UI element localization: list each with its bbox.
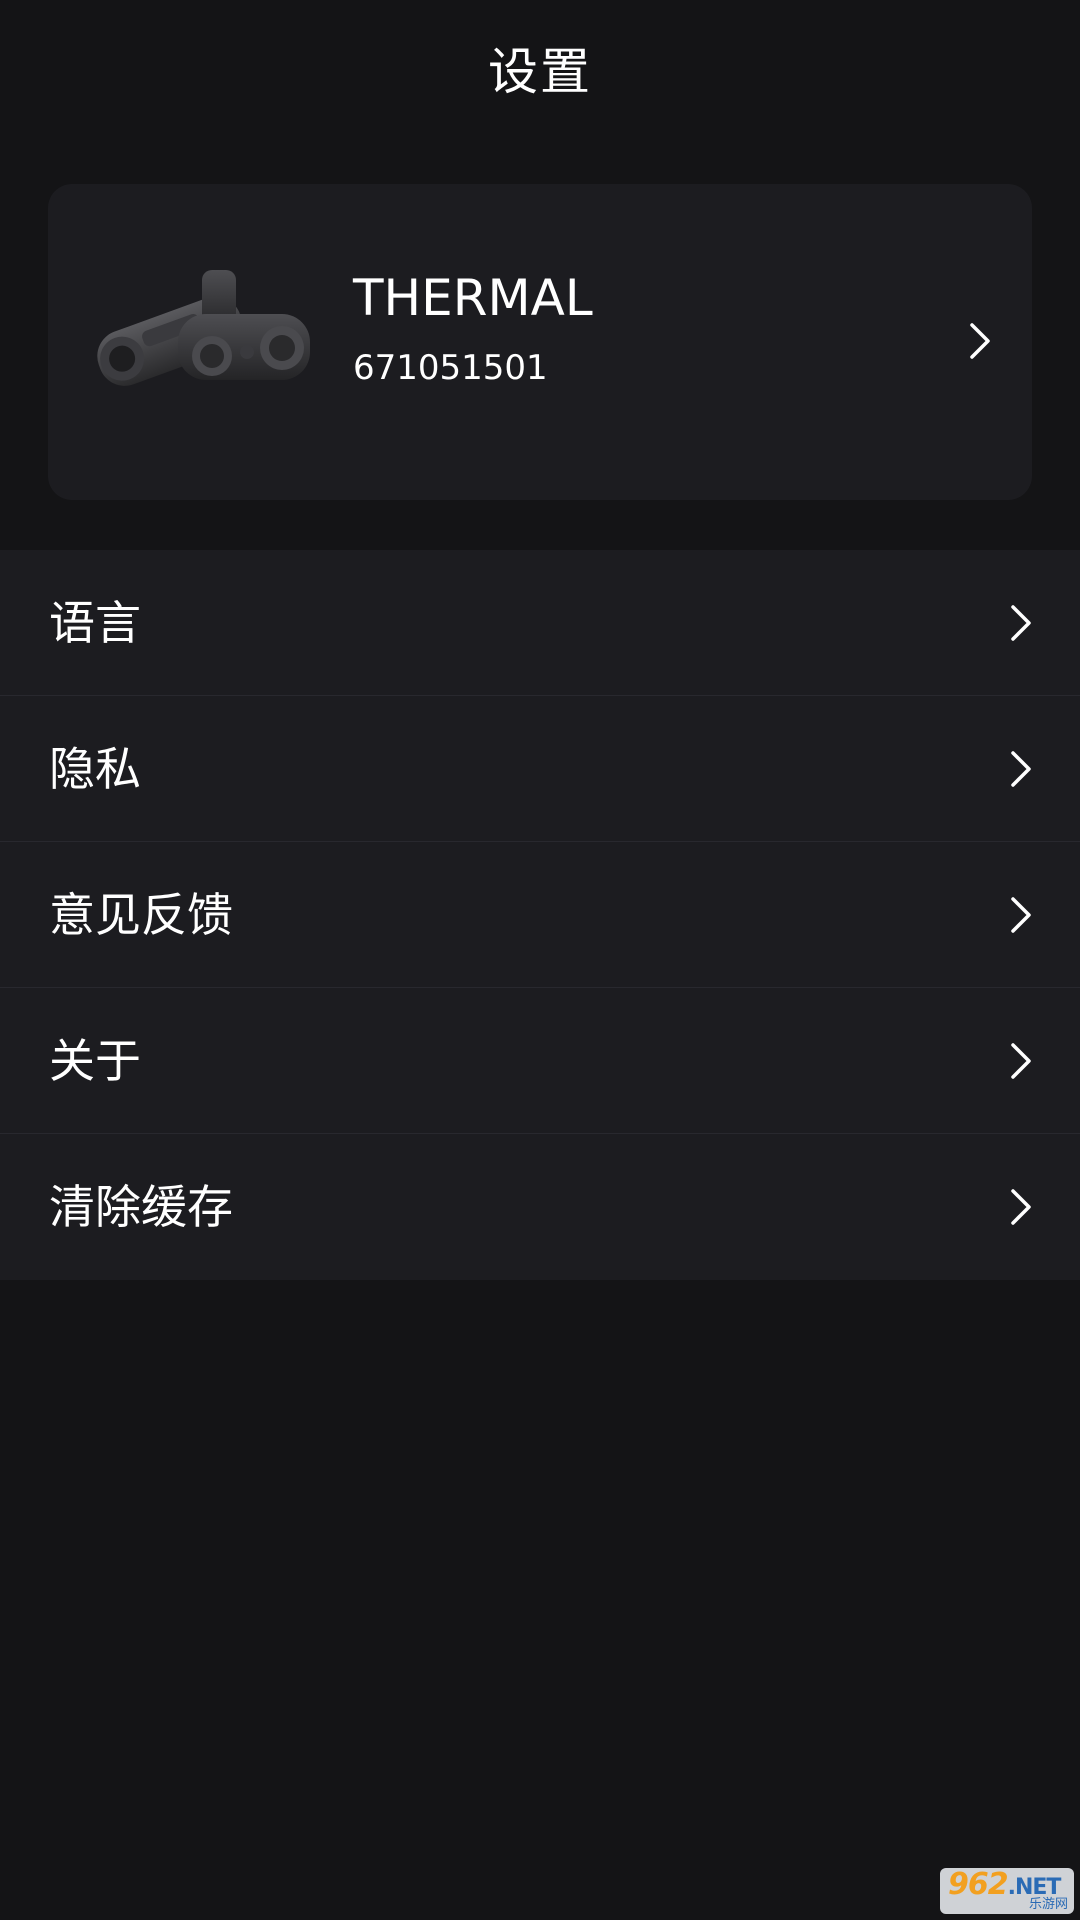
chevron-right-icon <box>1011 1043 1031 1079</box>
page-title: 设置 <box>488 43 592 101</box>
header-bar: 设置 <box>0 0 1080 150</box>
settings-item-label: 意见反馈 <box>49 888 233 942</box>
watermark-subtitle: 乐游网 <box>1028 1897 1068 1912</box>
chevron-right-icon <box>1011 1189 1031 1225</box>
chevron-right-icon <box>970 323 990 359</box>
settings-list: 语言 隐私 意见反馈 关于 清除缓存 <box>0 550 1080 1280</box>
settings-item-label: 语言 <box>49 596 141 650</box>
settings-item-label: 隐私 <box>49 742 141 796</box>
settings-item-about[interactable]: 关于 <box>0 988 1080 1134</box>
device-name: THERMAL <box>353 269 593 327</box>
settings-item-clear-cache[interactable]: 清除缓存 <box>0 1134 1080 1280</box>
settings-item-feedback[interactable]: 意见反馈 <box>0 842 1080 988</box>
thermal-device-image <box>97 270 310 386</box>
chevron-right-icon <box>1011 897 1031 933</box>
device-id: 671051501 <box>353 348 548 388</box>
settings-item-label: 关于 <box>49 1034 141 1088</box>
settings-item-label: 清除缓存 <box>49 1180 233 1234</box>
settings-item-privacy[interactable]: 隐私 <box>0 696 1080 842</box>
settings-item-language[interactable]: 语言 <box>0 550 1080 696</box>
device-card[interactable]: THERMAL 671051501 <box>48 184 1032 500</box>
chevron-right-icon <box>1011 605 1031 641</box>
watermark-logo: 962.NET 乐游网 <box>940 1868 1074 1914</box>
chevron-right-icon <box>1011 751 1031 787</box>
